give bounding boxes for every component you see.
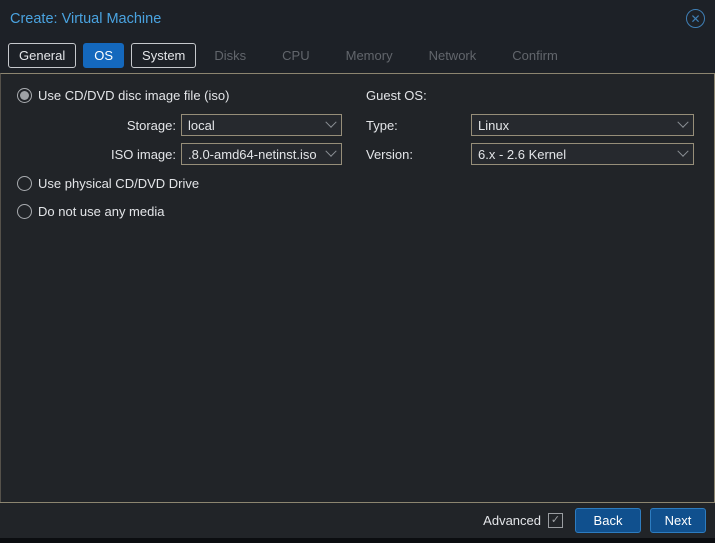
chevron-down-icon bbox=[677, 146, 688, 157]
radio-no-media[interactable] bbox=[17, 204, 32, 219]
radio-no-media-label: Do not use any media bbox=[38, 204, 164, 219]
radio-row-physical: Use physical CD/DVD Drive bbox=[17, 176, 199, 191]
os-tab-panel: Use CD/DVD disc image file (iso) Storage… bbox=[0, 73, 715, 502]
guest-os-type-label: Type: bbox=[366, 118, 471, 133]
guest-os-version-select[interactable]: 6.x - 2.6 Kernel bbox=[471, 143, 694, 165]
guest-os-version-label: Version: bbox=[366, 147, 471, 162]
dialog-titlebar: Create: Virtual Machine ✕ bbox=[0, 0, 715, 37]
tab-os[interactable]: OS bbox=[83, 43, 124, 68]
iso-image-select[interactable]: .8.0-amd64-netinst.iso bbox=[181, 143, 342, 165]
radio-row-iso: Use CD/DVD disc image file (iso) bbox=[17, 88, 229, 103]
back-button[interactable]: Back bbox=[575, 508, 641, 533]
chevron-down-icon bbox=[325, 117, 336, 128]
next-button[interactable]: Next bbox=[650, 508, 706, 533]
radio-use-physical[interactable] bbox=[17, 176, 32, 191]
radio-use-physical-label: Use physical CD/DVD Drive bbox=[38, 176, 199, 191]
guest-os-version-value: 6.x - 2.6 Kernel bbox=[478, 147, 679, 162]
radio-use-iso-label: Use CD/DVD disc image file (iso) bbox=[38, 88, 229, 103]
dialog-footer: Advanced ✓ Back Next bbox=[0, 502, 715, 538]
guest-os-type-select[interactable]: Linux bbox=[471, 114, 694, 136]
storage-row: Storage: local bbox=[17, 114, 347, 136]
guest-os-heading: Guest OS: bbox=[366, 88, 427, 103]
guest-os-version-row: Version: 6.x - 2.6 Kernel bbox=[366, 143, 694, 165]
chevron-down-icon bbox=[325, 146, 336, 157]
iso-image-label: ISO image: bbox=[17, 147, 181, 162]
storage-label: Storage: bbox=[17, 118, 181, 133]
storage-select[interactable]: local bbox=[181, 114, 342, 136]
wizard-tabbar: General OS System Disks CPU Memory Netwo… bbox=[0, 37, 715, 73]
tab-disks: Disks bbox=[203, 43, 257, 68]
guest-os-type-value: Linux bbox=[478, 118, 679, 133]
storage-value: local bbox=[188, 118, 327, 133]
tab-system[interactable]: System bbox=[131, 43, 196, 68]
tab-network: Network bbox=[418, 43, 488, 68]
chevron-down-icon bbox=[677, 117, 688, 128]
guest-os-type-row: Type: Linux bbox=[366, 114, 694, 136]
iso-image-value: .8.0-amd64-netinst.iso bbox=[188, 147, 327, 162]
tab-general[interactable]: General bbox=[8, 43, 76, 68]
iso-image-row: ISO image: .8.0-amd64-netinst.iso bbox=[17, 143, 347, 165]
advanced-checkbox[interactable]: ✓ bbox=[548, 513, 563, 528]
advanced-label: Advanced bbox=[483, 513, 541, 528]
guest-os-heading-row: Guest OS: bbox=[366, 88, 427, 103]
create-vm-dialog: Create: Virtual Machine ✕ General OS Sys… bbox=[0, 0, 715, 538]
dialog-title: Create: Virtual Machine bbox=[10, 11, 161, 27]
close-icon[interactable]: ✕ bbox=[686, 9, 705, 28]
tab-cpu: CPU bbox=[271, 43, 320, 68]
tab-memory: Memory bbox=[335, 43, 404, 68]
tab-confirm: Confirm bbox=[501, 43, 569, 68]
radio-use-iso[interactable] bbox=[17, 88, 32, 103]
radio-row-no-media: Do not use any media bbox=[17, 204, 164, 219]
